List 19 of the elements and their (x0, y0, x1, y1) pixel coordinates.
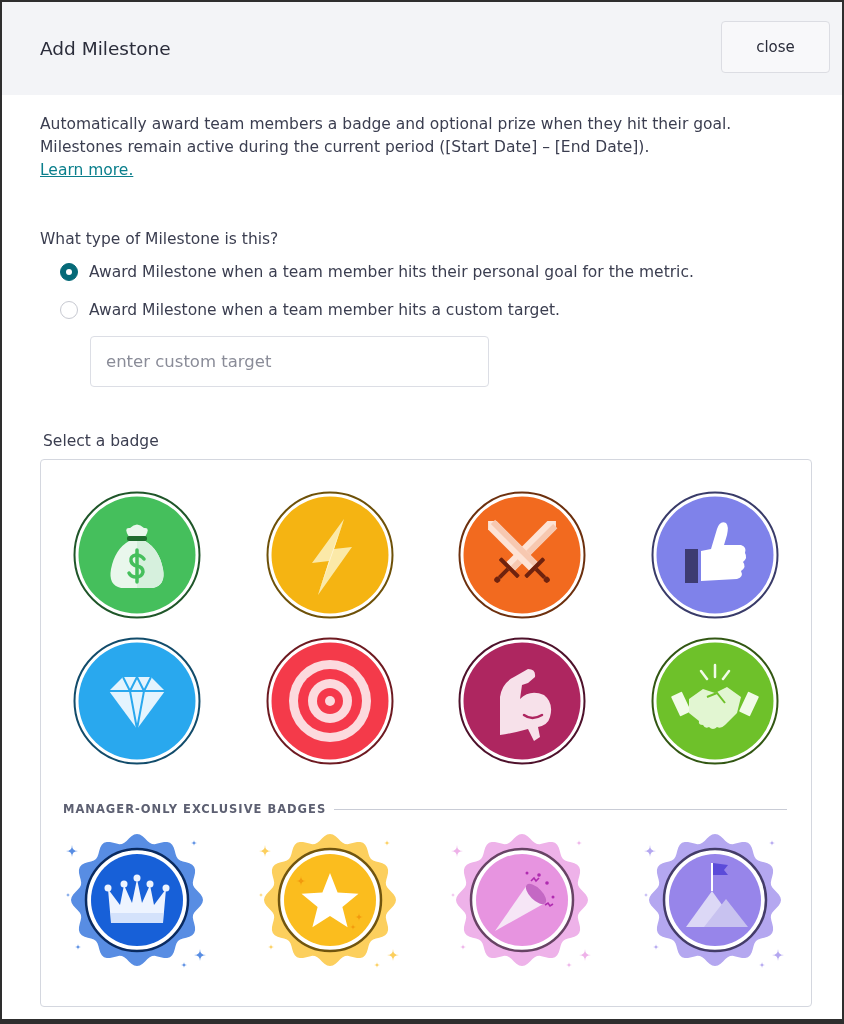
milestone-type-label: What type of Milestone is this? (40, 229, 279, 250)
money-bag-badge-icon[interactable] (73, 491, 202, 619)
crossed-swords-badge-icon[interactable] (458, 491, 587, 619)
select-badge-label: Select a badge (43, 431, 159, 452)
target-badge-icon[interactable] (265, 637, 394, 765)
intro-text: Automatically award team members a badge and optional prize when they hit their goal. Milestones remain active during the current period ([Start Date] – [End Date]). (40, 114, 732, 158)
custom-target-input[interactable]: enter custom target (90, 336, 489, 387)
handshake-badge-icon[interactable] (650, 637, 779, 765)
radio-label[interactable]: Award Milestone when a team member hits a custom target. (89, 298, 560, 322)
learn-more-link[interactable]: Learn more. (40, 159, 134, 182)
radio-button[interactable] (60, 263, 78, 281)
close-button[interactable]: close (721, 20, 830, 73)
flexed-arm-badge-icon[interactable] (458, 637, 587, 765)
radio-label[interactable]: Award Milestone when a team member hits their personal goal for the metric. (89, 260, 694, 284)
thumbs-up-badge-icon[interactable] (650, 491, 779, 619)
dialog-title: Add Milestone (40, 38, 171, 59)
lightning-badge-icon[interactable] (265, 491, 394, 619)
diamond-badge-icon[interactable] (73, 637, 202, 765)
exclusive-badges-heading: MANAGER-ONLY EXCLUSIVE BADGES (63, 801, 327, 817)
